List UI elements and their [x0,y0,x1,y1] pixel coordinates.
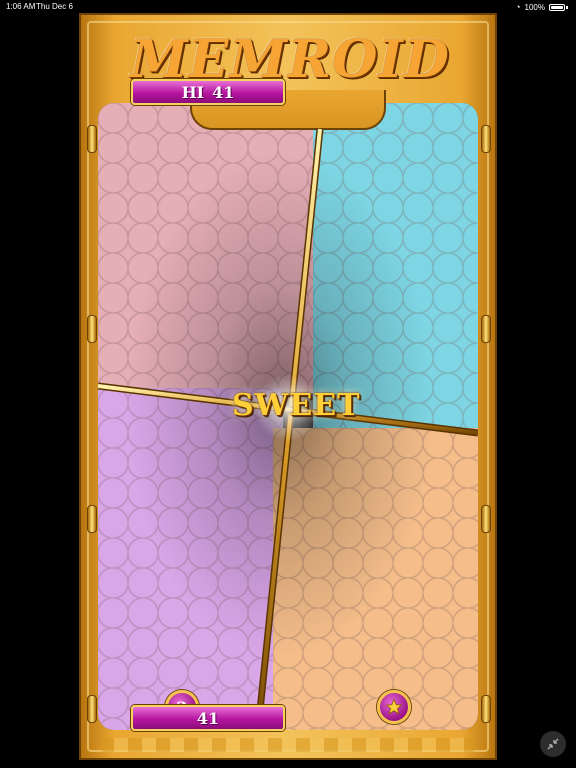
status-date: Thu Dec 6 [36,2,73,11]
ornament-gem [87,125,97,153]
collapse-button[interactable] [540,731,566,757]
ornament-gem [87,315,97,343]
status-time: 1:06 AM [6,2,36,11]
status-right: ◔ 100% [515,2,568,12]
ornament-gem [481,505,491,533]
status-bar: 1:06 AM Thu Dec 6 ◔ 100% [0,0,576,14]
ornament-gem [87,695,97,723]
battery-icon [549,3,565,11]
left-ornament [83,115,99,735]
ornament-gem [481,695,491,723]
battery-percent: 100% [524,2,545,12]
feedback-text: SWEET [232,388,361,423]
star-icon [385,698,403,715]
score-display: 41 [131,705,285,731]
right-ornament [477,115,493,735]
collapse-icon [547,738,559,750]
ornament-gem [87,505,97,533]
hi-label: HI [181,82,205,102]
ornament-gem [481,125,491,153]
hi-score-display: HI 41 [131,79,285,105]
wifi-icon: ◔ [515,2,521,12]
star-button[interactable] [377,690,411,724]
footer-ornament [100,738,476,752]
ornament-gem [481,315,491,343]
hi-score-value: 41 [212,82,235,102]
